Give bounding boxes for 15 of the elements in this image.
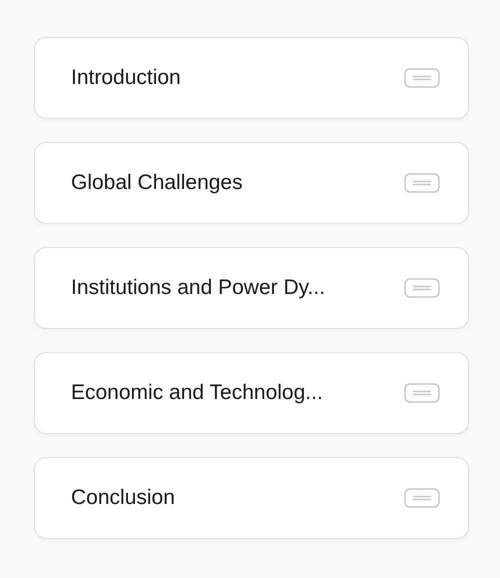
section-title: Global Challenges (71, 170, 243, 196)
section-title: Economic and Technolog... (71, 380, 323, 406)
section-card[interactable]: Institutions and Power Dy... (34, 247, 469, 329)
section-title: Institutions and Power Dy... (71, 275, 326, 302)
section-card[interactable]: Introduction (34, 37, 469, 119)
drag-handle-icon[interactable] (404, 278, 440, 298)
section-title: Conclusion (71, 485, 175, 512)
section-title: Introduction (71, 65, 181, 92)
section-card[interactable]: Conclusion (34, 457, 469, 539)
drag-handle-icon[interactable] (404, 68, 440, 88)
drag-handle-icon[interactable] (404, 488, 440, 508)
drag-handle-icon[interactable] (404, 173, 440, 193)
drag-handle-icon[interactable] (404, 383, 440, 403)
section-card[interactable]: Economic and Technolog... (34, 352, 469, 434)
section-card[interactable]: Global Challenges (34, 142, 469, 224)
